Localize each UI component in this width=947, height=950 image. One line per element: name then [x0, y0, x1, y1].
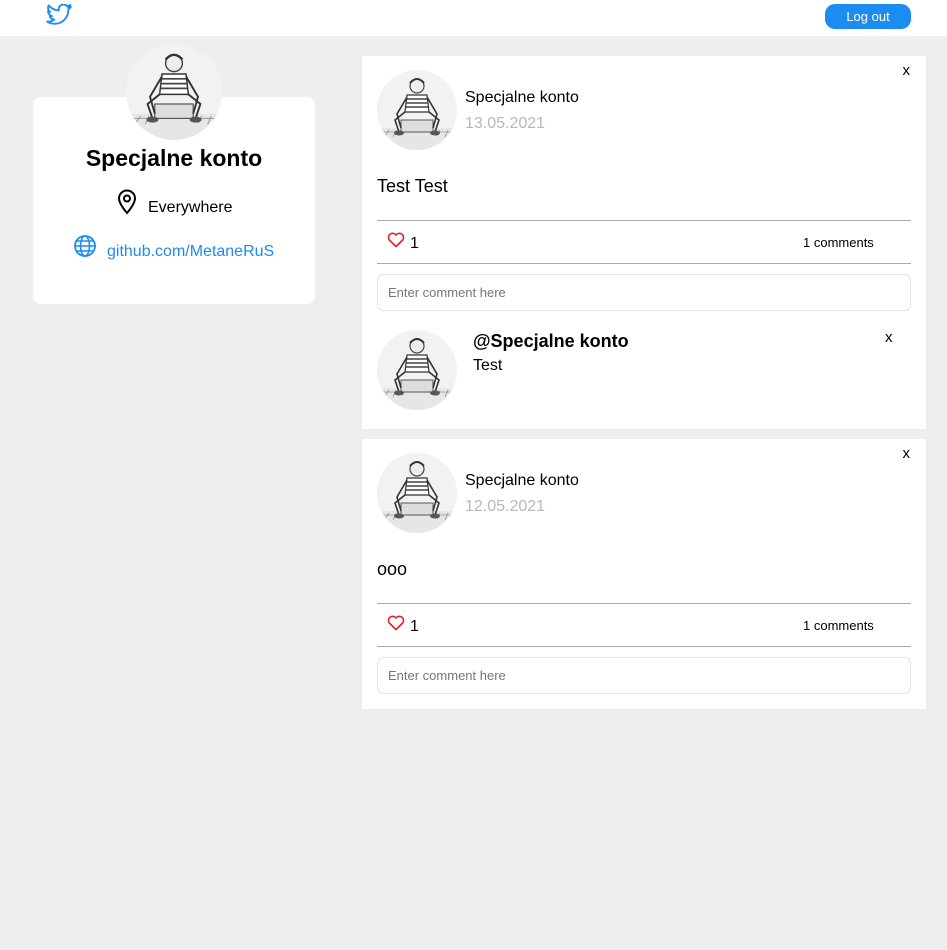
post-text: ooo	[377, 559, 408, 579]
top-bar: Log out	[0, 0, 947, 36]
divider	[377, 220, 911, 221]
map-pin-icon	[116, 189, 138, 215]
post-text: Test Test	[377, 176, 448, 196]
divider	[377, 603, 911, 604]
like-count: 1	[410, 618, 419, 635]
post-card: x Specjalne konto 13.05.2021 Test Test 1…	[362, 56, 926, 429]
comment-author-name[interactable]: @Specjalne konto	[473, 331, 629, 352]
divider	[377, 263, 911, 264]
comment-input[interactable]	[377, 657, 911, 694]
comments-count[interactable]: 1 comments	[803, 235, 874, 250]
logout-button[interactable]: Log out	[825, 4, 911, 29]
heart-icon[interactable]	[387, 615, 405, 631]
post-card: x Specjalne konto 12.05.2021 ooo 1 1 com…	[362, 439, 926, 709]
post-date: 12.05.2021	[465, 498, 546, 515]
divider	[377, 646, 911, 647]
post-author-name[interactable]: Specjalne konto	[465, 472, 579, 490]
post-author-name[interactable]: Specjalne konto	[465, 89, 579, 107]
delete-comment-button[interactable]: x	[885, 329, 893, 346]
post-author-avatar[interactable]	[377, 70, 457, 150]
profile-name: Specjalne konto	[85, 145, 263, 171]
comments-count[interactable]: 1 comments	[803, 618, 874, 633]
profile-website-link[interactable]: github.com/MetaneRuS	[107, 243, 274, 261]
twitter-bird-icon[interactable]	[46, 4, 72, 26]
comment-input[interactable]	[377, 274, 911, 311]
post-date: 13.05.2021	[465, 115, 546, 132]
delete-post-button[interactable]: x	[903, 445, 911, 462]
post-author-avatar[interactable]	[377, 453, 457, 533]
delete-post-button[interactable]: x	[903, 62, 911, 79]
profile-avatar	[126, 44, 222, 140]
comment-author-avatar[interactable]	[377, 330, 457, 410]
globe-icon	[73, 234, 97, 258]
profile-location: Everywhere	[148, 199, 233, 216]
heart-icon[interactable]	[387, 232, 405, 248]
comment-text: Test	[473, 357, 503, 374]
like-count: 1	[410, 235, 419, 252]
